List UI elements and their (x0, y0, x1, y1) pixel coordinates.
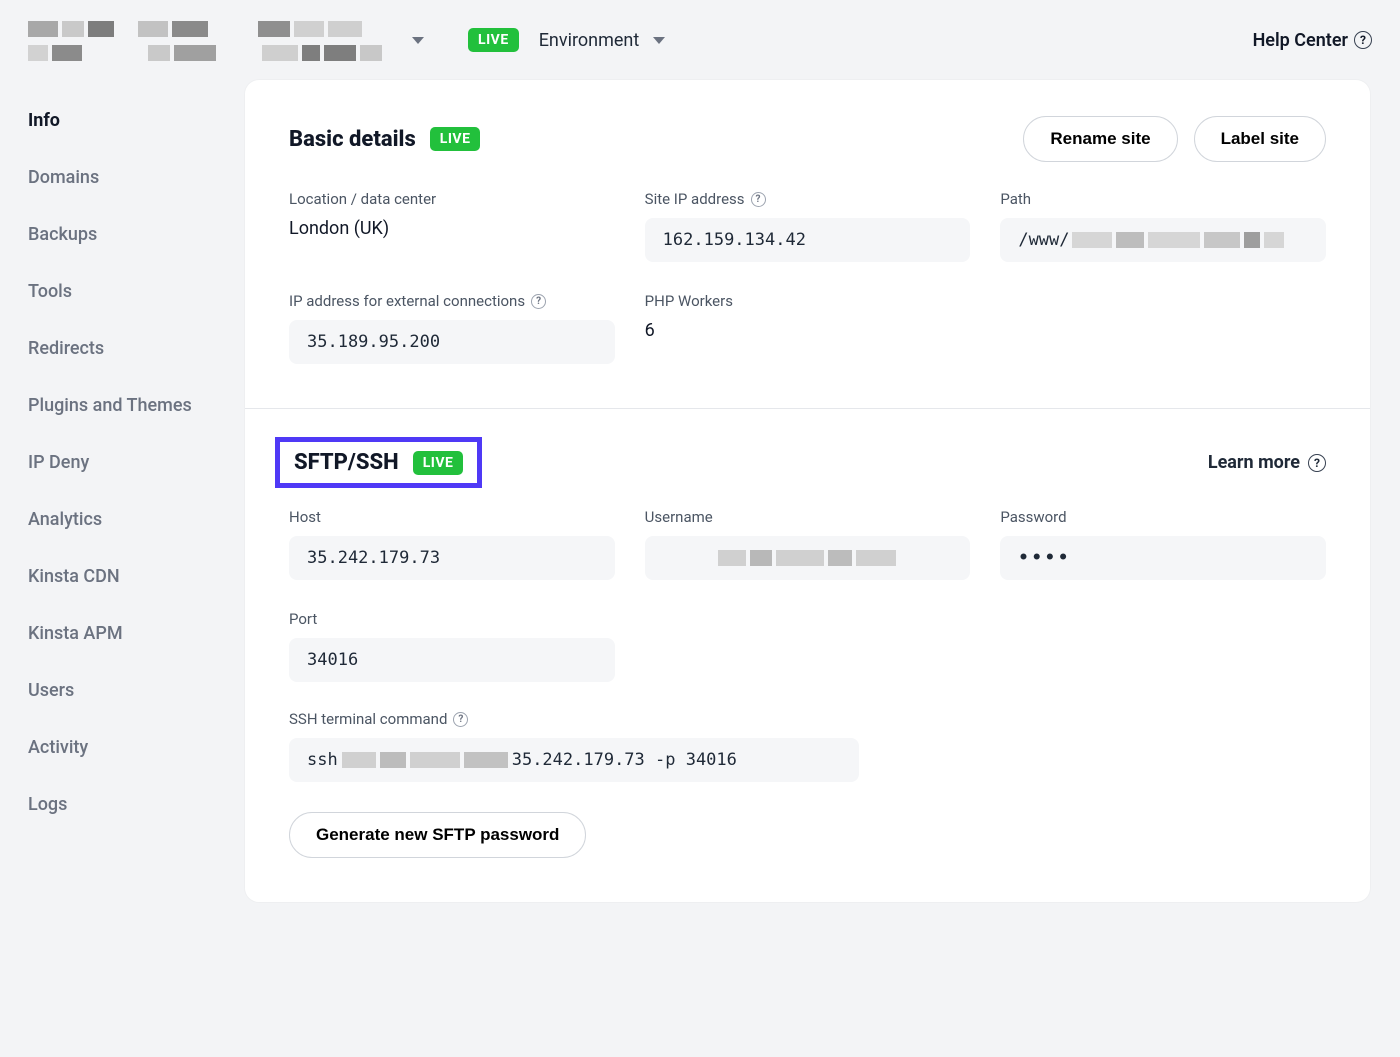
help-icon[interactable]: ? (531, 294, 546, 309)
environment-label: Environment (539, 30, 640, 51)
sidebar-item-analytics[interactable]: Analytics (28, 509, 245, 530)
path-prefix: /www/ (1018, 230, 1069, 250)
port-value[interactable]: 34016 (289, 638, 615, 682)
external-ip-value[interactable]: 35.189.95.200 (289, 320, 615, 364)
password-value[interactable]: •••• (1000, 536, 1326, 580)
help-icon[interactable]: ? (751, 192, 766, 207)
field-host: Host 35.242.179.73 (289, 508, 615, 580)
sidebar-item-kinsta-cdn[interactable]: Kinsta CDN (28, 566, 245, 587)
learn-more-label: Learn more (1208, 452, 1300, 473)
field-password: Password •••• (1000, 508, 1326, 580)
sftp-live-badge: LIVE (413, 451, 464, 475)
sidebar-item-redirects[interactable]: Redirects (28, 338, 245, 359)
sftp-ssh-section: SFTP/SSH LIVE Learn more ? Host 35.242.1… (245, 408, 1370, 902)
help-center-link[interactable]: Help Center ? (1253, 30, 1372, 51)
sidebar-item-plugins-themes[interactable]: Plugins and Themes (28, 395, 245, 416)
sidebar-item-domains[interactable]: Domains (28, 167, 245, 188)
external-ip-label: IP address for external connections ? (289, 292, 615, 310)
ssh-command-value[interactable]: ssh 35.242.179.73 -p 34016 (289, 738, 859, 782)
chevron-down-icon (412, 37, 424, 44)
ssh-command-label: SSH terminal command ? (289, 710, 1326, 728)
environment-switcher[interactable]: Environment (539, 30, 666, 51)
sidebar: Info Domains Backups Tools Redirects Plu… (0, 80, 245, 902)
site-ip-label: Site IP address ? (645, 190, 971, 208)
field-path: Path /www/ (1000, 190, 1326, 262)
sidebar-item-backups[interactable]: Backups (28, 224, 245, 245)
rename-site-button[interactable]: Rename site (1023, 116, 1177, 162)
redacted-site-name (28, 15, 398, 65)
label-site-button[interactable]: Label site (1194, 116, 1326, 162)
host-value[interactable]: 35.242.179.73 (289, 536, 615, 580)
sidebar-item-users[interactable]: Users (28, 680, 245, 701)
username-label: Username (645, 508, 971, 526)
sidebar-item-activity[interactable]: Activity (28, 737, 245, 758)
sidebar-item-ip-deny[interactable]: IP Deny (28, 452, 245, 473)
help-center-label: Help Center (1253, 30, 1348, 51)
sidebar-item-kinsta-apm[interactable]: Kinsta APM (28, 623, 245, 644)
sftp-title-highlight: SFTP/SSH LIVE (275, 437, 482, 488)
redacted-path (1072, 232, 1284, 248)
sidebar-item-logs[interactable]: Logs (28, 794, 245, 815)
sidebar-item-tools[interactable]: Tools (28, 281, 245, 302)
help-icon: ? (1308, 454, 1326, 472)
field-php-workers: PHP Workers 6 (645, 292, 971, 364)
field-site-ip: Site IP address ? 162.159.134.42 (645, 190, 971, 262)
location-value: London (UK) (289, 218, 615, 239)
main-panel: Basic details LIVE Rename site Label sit… (245, 80, 1370, 902)
help-icon[interactable]: ? (453, 712, 468, 727)
field-external-ip: IP address for external connections ? 35… (289, 292, 615, 364)
field-ssh-command: SSH terminal command ? ssh 35.242.179.73… (289, 710, 1326, 782)
ssh-cmd-prefix: ssh (307, 750, 338, 770)
host-label: Host (289, 508, 615, 526)
field-location: Location / data center London (UK) (289, 190, 615, 262)
password-label: Password (1000, 508, 1326, 526)
help-icon: ? (1354, 31, 1372, 49)
field-port: Port 34016 (289, 610, 615, 682)
php-workers-value: 6 (645, 320, 971, 341)
sidebar-item-info[interactable]: Info (28, 110, 245, 131)
env-live-badge: LIVE (468, 28, 519, 52)
sftp-title: SFTP/SSH (294, 450, 399, 475)
path-label: Path (1000, 190, 1326, 208)
basic-live-badge: LIVE (430, 127, 481, 151)
basic-details-section: Basic details LIVE Rename site Label sit… (245, 80, 1370, 408)
redacted-username (718, 550, 896, 566)
learn-more-link[interactable]: Learn more ? (1208, 452, 1326, 473)
path-value[interactable]: /www/ (1000, 218, 1326, 262)
port-label: Port (289, 610, 615, 628)
site-ip-value[interactable]: 162.159.134.42 (645, 218, 971, 262)
ssh-cmd-suffix: 35.242.179.73 -p 34016 (512, 750, 737, 770)
generate-sftp-password-button[interactable]: Generate new SFTP password (289, 812, 586, 858)
basic-details-title: Basic details (289, 127, 416, 152)
chevron-down-icon (653, 37, 665, 44)
field-username: Username (645, 508, 971, 580)
redacted-ssh-user (342, 752, 508, 768)
php-workers-label: PHP Workers (645, 292, 971, 310)
username-value[interactable] (645, 536, 971, 580)
location-label: Location / data center (289, 190, 615, 208)
site-title[interactable] (28, 15, 448, 65)
